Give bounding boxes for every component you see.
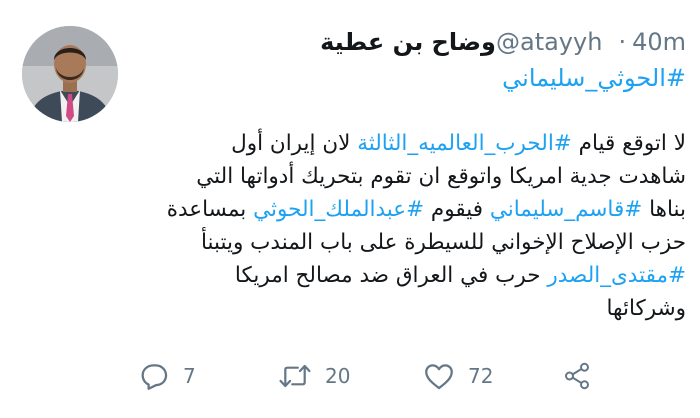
avatar-photo xyxy=(22,26,118,122)
retweet-icon xyxy=(277,359,313,393)
reply-icon xyxy=(137,359,171,393)
text-segment: شاهدت جدية امريكا واتوقع ان تقوم بتحريك … xyxy=(196,164,686,189)
reply-count: 7 xyxy=(183,364,196,388)
like-button[interactable]: 72 xyxy=(422,358,493,394)
text-line: وشركائها xyxy=(126,292,687,325)
hashtag-link[interactable]: #الحرب_العالميه_الثالثة xyxy=(357,131,572,156)
text-line: حزب الإصلاح الإخواني للسيطرة على باب الم… xyxy=(126,226,686,259)
text-line: لا اتوقع قيام #الحرب_العالميه_الثالثة لا… xyxy=(126,127,686,160)
tweet-text: لا اتوقع قيام #الحرب_العالميه_الثالثة لا… xyxy=(126,127,686,325)
text-segment: وشركائها xyxy=(606,296,687,321)
text-line: #مقتدى_الصدر حرب في العراق ضد مصالح امري… xyxy=(126,259,686,292)
text-segment: لان إيران أول xyxy=(231,131,358,156)
hashtag-link[interactable]: #عبدالملك_الحوثي xyxy=(253,197,424,222)
reply-button[interactable]: 7 xyxy=(137,358,196,394)
text-line: شاهدت جدية امريكا واتوقع ان تقوم بتحريك … xyxy=(126,160,686,193)
text-line: بناها #قاسم_سليماني فيقوم #عبدالملك_الحو… xyxy=(126,193,686,226)
share-icon xyxy=(562,361,592,391)
user-handle[interactable]: @atayyh xyxy=(496,28,602,56)
text-segment: فيقوم xyxy=(424,197,490,222)
avatar[interactable] xyxy=(22,26,118,122)
retweet-button[interactable]: 20 xyxy=(277,358,350,394)
share-button[interactable] xyxy=(562,358,592,394)
like-count: 72 xyxy=(468,364,494,388)
retweet-count: 20 xyxy=(325,364,351,388)
timestamp[interactable]: 40m xyxy=(632,28,686,56)
separator-dot: · xyxy=(618,28,627,56)
text-segment: لا اتوقع قيام xyxy=(571,131,686,156)
text-segment: بناها xyxy=(642,197,686,222)
like-icon xyxy=(422,359,456,393)
tweet-actions: 7 20 72 xyxy=(0,358,700,398)
text-segment: بمساعدة xyxy=(166,197,254,222)
text-segment: حزب الإصلاح الإخواني للسيطرة على باب الم… xyxy=(200,230,686,255)
hashtag-link[interactable]: #قاسم_سليماني xyxy=(490,197,642,222)
text-segment: حرب في العراق ضد مصالح امريكا xyxy=(234,263,548,288)
display-name[interactable]: وضاح بن عطية xyxy=(320,28,496,56)
tweet-header: وضاح بن عطية @atayyh · 40m xyxy=(320,28,686,56)
tweet: وضاح بن عطية @atayyh · 40m #الحوثي_سليما… xyxy=(0,0,700,418)
hashtag-link[interactable]: #مقتدى_الصدر xyxy=(547,263,686,288)
hashtag-link[interactable]: #الحوثي_سليماني xyxy=(502,64,686,92)
